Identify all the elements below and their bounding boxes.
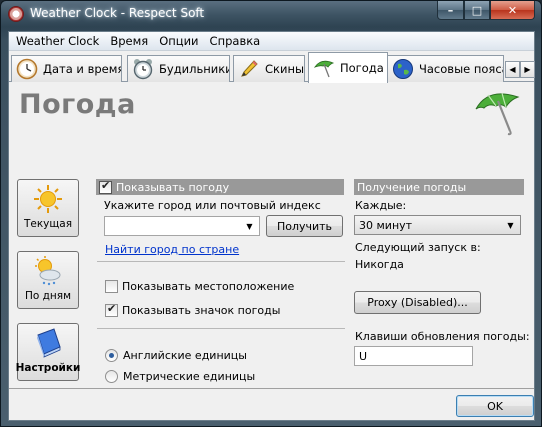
sun-icon	[34, 185, 62, 213]
footer-divider	[9, 388, 534, 389]
metric-units-option[interactable]: Метрические единицы	[105, 370, 255, 383]
tab-alarms[interactable]: Будильники	[127, 55, 230, 82]
show-icon-checkbox[interactable]	[105, 302, 118, 317]
close-button[interactable]: ✕	[490, 1, 535, 20]
clock-icon	[16, 58, 38, 80]
side-button-label: По дням	[24, 290, 72, 302]
city-prompt-label: Укажите город или почтовый индекс	[104, 199, 321, 212]
tab-label: Погода	[340, 61, 384, 75]
show-icon-option[interactable]: Показывать значок погоды	[105, 302, 281, 317]
interval-value: 30 минут	[359, 219, 413, 232]
metric-units-label: Метрические единицы	[123, 370, 256, 383]
clock-icon[interactable]	[8, 6, 24, 22]
proxy-button[interactable]: Proxy (Disabled)...	[354, 291, 481, 314]
show-weather-label: Показывать погоду	[116, 180, 230, 194]
tab-skins[interactable]: Скины	[233, 55, 305, 82]
title-bar[interactable]: Weather Clock - Respect Soft – □ ✕	[1, 1, 541, 27]
tab-label: Часовые пояса	[419, 62, 504, 76]
show-location-checkbox[interactable]	[105, 280, 118, 293]
side-button-label: Текущая	[23, 218, 73, 230]
menu-weather-clock[interactable]: Weather Clock	[12, 34, 106, 48]
side-button-label: Настройки	[15, 362, 81, 374]
city-input[interactable]: ▼	[104, 216, 260, 236]
hotkey-label: Клавиши обновления погоды:	[355, 330, 530, 343]
show-weather-header[interactable]: Показывать погоду	[96, 179, 344, 195]
sun-cloud-icon	[35, 256, 61, 286]
globe-icon	[393, 59, 413, 79]
tab-scroll-right-button[interactable]: ▶	[520, 61, 535, 78]
show-icon-label: Показывать значок погоды	[122, 304, 281, 317]
alarm-clock-icon	[133, 59, 153, 80]
window-title: Weather Clock - Respect Soft	[30, 6, 205, 20]
english-units-label: Английские единицы	[123, 349, 247, 362]
interval-select[interactable]: 30 минут ▼	[354, 215, 521, 235]
ok-button[interactable]: OK	[456, 395, 534, 417]
divider	[97, 261, 345, 262]
show-location-option[interactable]: Показывать местоположение	[105, 280, 294, 293]
current-weather-button[interactable]: Текущая	[17, 179, 79, 237]
next-run-value: Никогда	[355, 258, 404, 271]
menu-help[interactable]: Справка	[206, 34, 268, 48]
get-weather-button[interactable]: Получить	[266, 215, 343, 237]
english-units-radio[interactable]	[105, 349, 118, 362]
minimize-button[interactable]: –	[437, 1, 464, 20]
menu-options[interactable]: Опции	[155, 34, 205, 48]
show-location-label: Показывать местоположение	[122, 280, 295, 293]
tab-date-time[interactable]: Дата и время	[11, 55, 122, 82]
caption-buttons: – □ ✕	[437, 1, 535, 20]
tab-label: Будильники	[159, 62, 230, 76]
divider	[97, 328, 345, 329]
every-label: Каждые:	[355, 199, 407, 212]
umbrella-icon	[475, 92, 520, 136]
app-window: Weather Clock - Respect Soft – □ ✕ Weath…	[0, 0, 542, 427]
page-title: Погода	[19, 89, 136, 120]
weather-page: Погода Текущая По дням Настройки ✔ Показ…	[9, 83, 534, 388]
umbrella-icon	[313, 60, 335, 78]
settings-button[interactable]: Настройки	[15, 323, 81, 381]
maximize-button[interactable]: □	[464, 1, 490, 20]
chevron-down-icon[interactable]: ▼	[503, 217, 518, 233]
metric-units-radio[interactable]	[105, 370, 118, 383]
show-weather-checkbox[interactable]	[99, 179, 112, 194]
next-run-label: Следующий запуск в:	[355, 241, 481, 254]
menu-time[interactable]: Время	[106, 34, 155, 48]
tab-label: Скины	[265, 62, 305, 76]
menu-bar: Weather Clock Время Опции Справка	[9, 32, 534, 51]
tab-strip: Дата и время Будильники Скины Погода Час…	[9, 52, 535, 83]
window-client: Weather Clock Время Опции Справка Дата и…	[8, 31, 535, 421]
fetch-weather-header: Получение погоды	[354, 179, 524, 195]
tab-label: Дата и время	[43, 62, 122, 76]
english-units-option[interactable]: Английские единицы	[105, 349, 247, 362]
tab-scroll-left-button[interactable]: ◀	[505, 61, 520, 78]
hotkey-field[interactable]: U	[354, 346, 473, 366]
tab-time-zones[interactable]: Часовые пояса	[387, 55, 504, 82]
tab-weather[interactable]: Погода	[308, 52, 388, 83]
daily-forecast-button[interactable]: По дням	[17, 251, 79, 309]
chevron-down-icon[interactable]: ▼	[242, 218, 257, 234]
pencil-icon	[241, 60, 258, 77]
find-city-link[interactable]: Найти город по стране	[105, 243, 239, 256]
settings-book-icon	[37, 328, 61, 358]
